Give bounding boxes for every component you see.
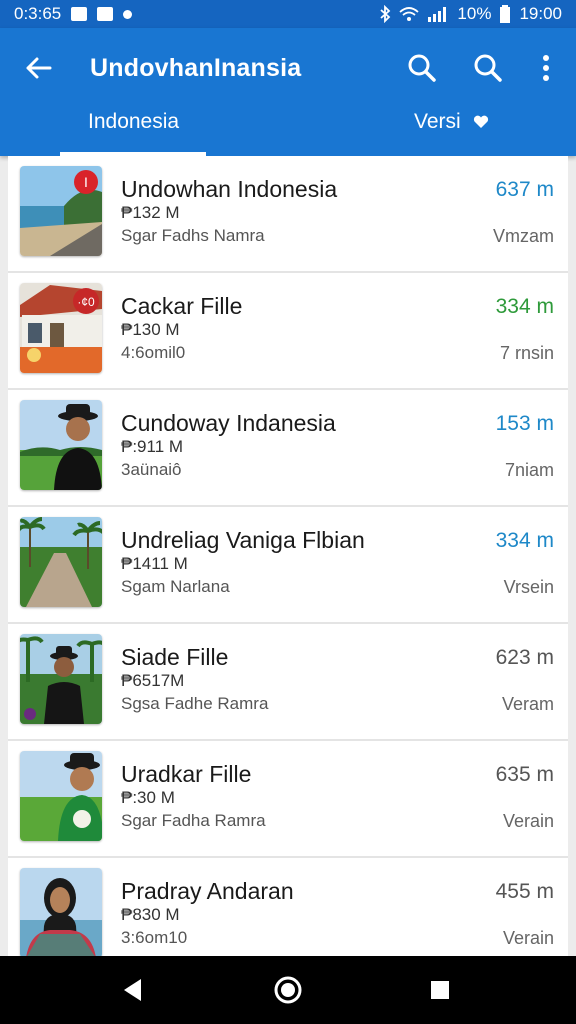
list-item[interactable]: Siade Fille ₱6517M Sgsa Fadhe Ramra 623 … (8, 624, 568, 741)
heart-icon (473, 116, 488, 129)
search-button[interactable] (402, 48, 442, 88)
item-title: Undreliag Vaniga Flbian (121, 527, 365, 553)
overflow-menu-button[interactable] (526, 48, 566, 88)
list-item[interactable]: ·¢0 Cackar Fille ₱130 M 4:6omil0 334 m 7… (8, 273, 568, 390)
app-bar: UndovhanInansia Indonesia Versi (0, 28, 576, 156)
thumbnail-person (20, 751, 102, 841)
item-subtitle: Sgar Fadhs Namra (121, 226, 265, 245)
message-icon (97, 7, 114, 21)
signal-icon (427, 6, 449, 22)
place-list: I Undowhan Indonesia ₱132 M Sgar Fadhs N… (8, 156, 568, 975)
item-price: ₱6517M (121, 671, 185, 690)
nav-back-button[interactable] (116, 974, 148, 1006)
item-price: ₱130 M (121, 320, 180, 339)
thumbnail-woman (20, 868, 102, 958)
item-title: Cundoway Indanesia (121, 410, 336, 436)
list-item[interactable]: Cundoway Indanesia ₱:911 M 3aünaiô 153 m… (8, 390, 568, 507)
item-time: Verain (502, 928, 554, 948)
item-time: Vrsein (503, 577, 554, 597)
item-time: Vmzam (492, 226, 554, 246)
thumbnail-house: ·¢0 (20, 283, 102, 373)
item-time: 7 rnsin (499, 343, 554, 363)
status-bar: 0:3:65 10% 19:00 (0, 0, 576, 28)
item-distance: 637 m (495, 178, 554, 201)
item-price: ₱:911 M (121, 437, 184, 456)
item-price: ₱830 M (121, 905, 180, 924)
search-button-2[interactable] (468, 48, 508, 88)
arrow-left-icon (26, 57, 52, 79)
item-distance: 455 m (495, 880, 554, 903)
item-distance: 334 m (495, 295, 554, 318)
nav-home-button[interactable] (272, 974, 304, 1006)
item-price: ₱:30 M (121, 788, 175, 807)
notification-icon (71, 7, 88, 21)
thumbnail-road (20, 517, 102, 607)
item-subtitle: Sgsa Fadhe Ramra (121, 694, 269, 713)
app-title: UndovhanInansia (90, 54, 302, 82)
status-clock: 19:00 (519, 4, 562, 23)
status-time: 0:3:65 (14, 4, 62, 23)
item-subtitle: 3:6om10 (121, 928, 188, 947)
item-distance: 623 m (495, 646, 554, 669)
item-title: Pradray Andaran (121, 878, 294, 904)
item-title: Cackar Fille (121, 293, 243, 319)
item-price: ₱132 M (121, 203, 180, 222)
nav-recents-button[interactable] (424, 974, 456, 1006)
search-icon (408, 54, 436, 82)
battery-icon (499, 5, 511, 23)
wifi-icon (399, 6, 420, 22)
thumbnail-person (20, 400, 102, 490)
item-price: ₱1411 M (121, 554, 188, 573)
thumbnail-badge: I (84, 174, 88, 190)
list-item[interactable]: I Undowhan Indonesia ₱132 M Sgar Fadhs N… (8, 156, 568, 273)
item-time: 7niam (504, 460, 554, 480)
tab-label: Versi (414, 110, 461, 133)
tab-versi[interactable]: Versi (414, 110, 489, 134)
thumbnail-beach: I (20, 166, 102, 256)
item-distance: 334 m (495, 529, 554, 552)
dot-icon (123, 9, 133, 19)
item-time: Verain (502, 811, 554, 831)
thumbnail-badge: ·¢0 (77, 295, 95, 309)
item-title: Siade Fille (121, 644, 229, 670)
home-circle-icon (274, 976, 302, 1004)
search-icon (474, 54, 502, 82)
back-button[interactable] (18, 50, 58, 86)
recents-square-icon (431, 981, 449, 999)
item-distance: 635 m (495, 763, 554, 786)
system-nav-bar (0, 956, 576, 1024)
tab-label: Indonesia (88, 110, 180, 133)
back-triangle-icon (124, 979, 141, 1001)
item-time: Veram (501, 694, 554, 714)
list-item[interactable]: Undreliag Vaniga Flbian ₱1411 M Sgam Nar… (8, 507, 568, 624)
list-item[interactable]: Uradkar Fille ₱:30 M Sgar Fadha Ramra 63… (8, 741, 568, 858)
battery-percent: 10% (457, 4, 492, 23)
item-title: Undowhan Indonesia (121, 176, 338, 202)
item-subtitle: 3aünaiô (121, 460, 182, 479)
item-title: Uradkar Fille (121, 761, 252, 787)
bluetooth-icon (379, 5, 391, 23)
tab-indonesia[interactable]: Indonesia (88, 110, 179, 134)
item-subtitle: Sgar Fadha Ramra (121, 811, 266, 830)
thumbnail-person (20, 634, 102, 724)
item-subtitle: 4:6omil0 (121, 343, 186, 362)
item-distance: 153 m (495, 412, 554, 435)
more-vert-icon (543, 55, 549, 81)
item-subtitle: Sgam Narlana (121, 577, 230, 596)
